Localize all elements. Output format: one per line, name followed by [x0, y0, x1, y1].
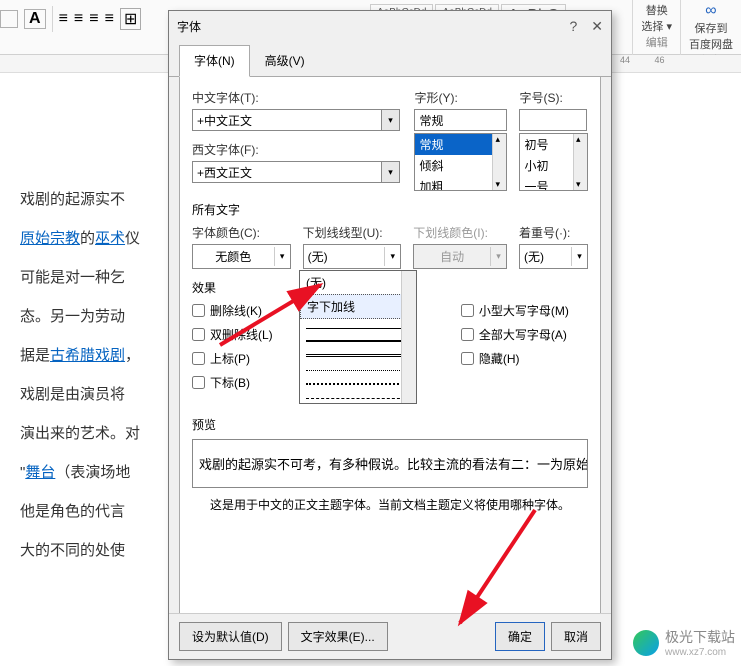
doc-line: 原始宗教的巫术仪: [20, 219, 180, 258]
font-color-label: 字体颜色(C):: [192, 224, 291, 241]
size-label: 字号(S):: [519, 89, 588, 106]
dialog-tabs: 字体(N) 高级(V): [169, 45, 611, 77]
underline-dropdown[interactable]: (无) 字下加线: [299, 270, 417, 404]
watermark-name: 极光下载站: [665, 627, 735, 647]
font-color-combo[interactable]: 无颜色 ▾: [192, 244, 291, 269]
dropdown-item-line-double[interactable]: [300, 347, 416, 361]
border-tool-icon[interactable]: ⊞: [120, 8, 141, 30]
style-label: 字形(Y):: [414, 89, 507, 106]
dialog-panel: 中文字体(T): ▾ 西文字体(F): ▾ 字形(Y): 常规 倾斜 加粗: [179, 77, 601, 635]
ribbon-left-tools: A ≡ ≡ ≡ ≡ ⊞: [0, 6, 141, 32]
cn-font-combo[interactable]: ▾: [192, 109, 402, 131]
dialog-button-bar: 设为默认值(D) 文字效果(E)... 确定 取消: [169, 613, 611, 659]
tab-font[interactable]: 字体(N): [179, 45, 250, 77]
watermark: 极光下载站 www.xz7.com: [633, 627, 735, 658]
ribbon-group-save: ∞ 保存到 百度网盘 保存: [680, 0, 741, 55]
chevron-down-icon[interactable]: ▾: [384, 247, 400, 266]
dropdown-item-line-thick[interactable]: [300, 333, 416, 347]
emphasis-combo[interactable]: (无) ▾: [519, 244, 588, 269]
underline-label: 下划线线型(U):: [303, 224, 402, 241]
link-wushu[interactable]: 巫术: [95, 230, 125, 247]
chk-smallcaps[interactable]: 小型大写字母(M): [461, 302, 588, 319]
dropdown-item-none[interactable]: (无): [300, 271, 416, 294]
dialog-title: 字体: [177, 18, 201, 35]
dropdown-item-line-dashed[interactable]: [300, 389, 416, 403]
chk-allcaps[interactable]: 全部大写字母(A): [461, 326, 588, 343]
align-center-icon[interactable]: ≡: [74, 10, 83, 28]
cn-font-input[interactable]: [192, 109, 382, 131]
close-button[interactable]: ✕: [591, 18, 603, 35]
align-left-icon[interactable]: ≡: [59, 10, 68, 28]
edit-group-label: 编辑: [641, 34, 672, 50]
align-right-icon[interactable]: ≡: [89, 10, 98, 28]
emphasis-label: 着重号(·):: [519, 224, 588, 241]
underline-combo[interactable]: (无) ▾: [303, 244, 402, 269]
cancel-button[interactable]: 取消: [551, 622, 601, 651]
scrollbar[interactable]: [492, 134, 506, 190]
doc-line: "舞台（表演场地: [20, 453, 180, 492]
link-stage[interactable]: 舞台: [25, 464, 55, 481]
chevron-down-icon[interactable]: ▾: [382, 161, 400, 183]
dropdown-item-line-dotted-heavy[interactable]: [300, 375, 416, 389]
doc-line: 可能是对一种乞: [20, 258, 180, 297]
underline-color-combo: 自动 ▾: [413, 244, 507, 269]
style-input[interactable]: [414, 109, 507, 131]
west-font-combo[interactable]: ▾: [192, 161, 402, 183]
help-button[interactable]: ?: [569, 18, 577, 35]
dropdown-item-words[interactable]: 字下加线: [300, 294, 416, 319]
separator: [52, 6, 53, 32]
doc-line: 态。另一为劳动: [20, 297, 180, 336]
size-listbox[interactable]: 初号 小初 一号: [519, 133, 588, 191]
dropdown-item-line-dotted[interactable]: [300, 361, 416, 375]
chevron-down-icon[interactable]: ▾: [382, 109, 400, 131]
doc-line: 演出来的艺术。对: [20, 414, 180, 453]
watermark-url: www.xz7.com: [665, 647, 735, 658]
cloud-save-icon[interactable]: ∞: [689, 2, 733, 20]
dialog-titlebar[interactable]: 字体 ? ✕: [169, 11, 611, 41]
west-font-input[interactable]: [192, 161, 382, 183]
text-effects-button[interactable]: 文字效果(E)...: [288, 622, 388, 651]
west-font-label: 西文字体(F):: [192, 141, 402, 158]
preview-box: 戏剧的起源实不可考，有多种假说。比较主流的看法有二：一为原始: [192, 439, 588, 488]
highlight-tool-icon[interactable]: [0, 10, 18, 28]
link-greek[interactable]: 古希腊戏剧: [50, 347, 125, 364]
replace-button[interactable]: 替换: [641, 2, 672, 18]
chk-hidden[interactable]: 隐藏(H): [461, 350, 588, 367]
save-cloud-button[interactable]: 保存到 百度网盘: [689, 20, 733, 52]
scrollbar[interactable]: [401, 271, 416, 403]
preview-note: 这是用于中文的正文主题字体。当前文档主题定义将使用哪种字体。: [192, 496, 588, 513]
ok-button[interactable]: 确定: [495, 622, 545, 651]
dropdown-item-line[interactable]: [300, 319, 416, 333]
chevron-down-icon: ▾: [490, 247, 506, 266]
link-religion[interactable]: 原始宗教: [20, 230, 80, 247]
scrollbar[interactable]: [573, 134, 587, 190]
doc-line: 他是角色的代言: [20, 492, 180, 531]
set-default-button[interactable]: 设为默认值(D): [179, 622, 282, 651]
document-body: 戏剧的起源实不 原始宗教的巫术仪 可能是对一种乞 态。另一为劳动 据是古希腊戏剧…: [20, 180, 180, 570]
all-text-label: 所有文字: [192, 201, 588, 218]
doc-line: 戏剧是由演员将: [20, 375, 180, 414]
font-color-tool-icon[interactable]: A: [24, 9, 46, 29]
underline-color-label: 下划线颜色(I):: [413, 224, 507, 241]
chevron-down-icon[interactable]: ▾: [571, 247, 587, 266]
size-input[interactable]: [519, 109, 587, 131]
doc-line: 大的不同的处使: [20, 531, 180, 570]
cn-font-label: 中文字体(T):: [192, 89, 402, 106]
doc-line: 戏剧的起源实不: [20, 180, 180, 219]
select-button[interactable]: 选择 ▾: [641, 18, 672, 34]
justify-icon[interactable]: ≡: [105, 10, 114, 28]
tab-advanced[interactable]: 高级(V): [250, 45, 320, 76]
preview-label: 预览: [192, 416, 588, 433]
doc-line: 据是古希腊戏剧，: [20, 336, 180, 375]
chevron-down-icon[interactable]: ▾: [274, 247, 290, 266]
watermark-logo-icon: [633, 630, 659, 656]
ribbon-group-edit: 替换 选择 ▾ 编辑: [632, 0, 680, 55]
style-listbox[interactable]: 常规 倾斜 加粗: [414, 133, 507, 191]
font-dialog: 字体 ? ✕ 字体(N) 高级(V) 中文字体(T): ▾ 西文字体(F): ▾: [168, 10, 612, 660]
